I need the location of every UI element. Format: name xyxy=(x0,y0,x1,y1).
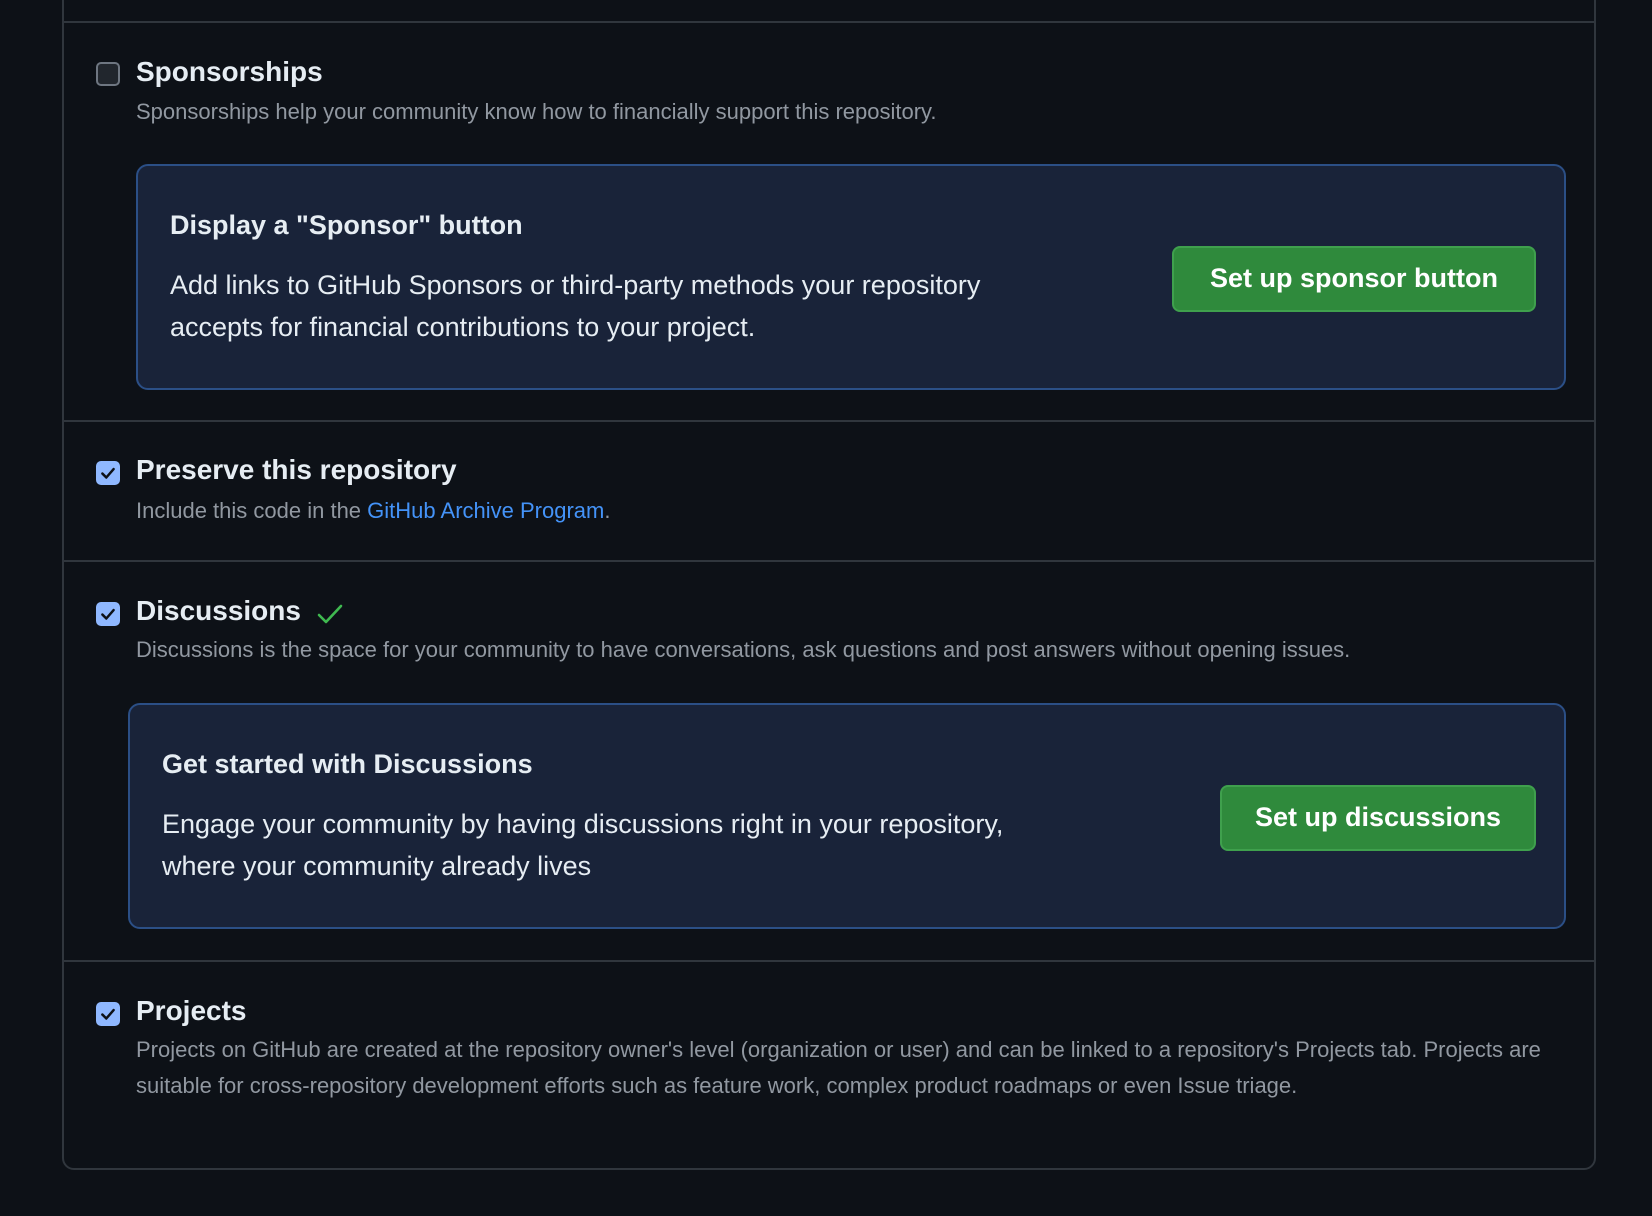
checkmark-icon xyxy=(101,608,115,620)
discussions-callout: Get started with Discussions Engage your… xyxy=(128,703,1566,929)
features-settings-panel: Sponsorships Sponsorships help your comm… xyxy=(62,0,1596,1170)
sponsorships-checkbox[interactable] xyxy=(96,62,120,86)
discussions-callout-title: Get started with Discussions xyxy=(162,749,533,779)
check-icon xyxy=(317,604,343,624)
checkmark-icon xyxy=(101,467,115,479)
discussions-checkbox[interactable] xyxy=(96,602,120,626)
projects-checkbox[interactable] xyxy=(96,1002,120,1026)
preserve-description-prefix: Include this code in the xyxy=(136,498,368,523)
section-divider xyxy=(64,960,1594,962)
projects-description: Projects on GitHub are created at the re… xyxy=(136,1037,1541,1098)
set-up-sponsor-button[interactable]: Set up sponsor button xyxy=(1172,246,1536,312)
discussions-description: Discussions is the space for your commun… xyxy=(136,637,1351,662)
sponsor-callout-title: Display a "Sponsor" button xyxy=(170,210,523,240)
sponsor-callout-body: Add links to GitHub Sponsors or third-pa… xyxy=(170,270,981,342)
section-divider xyxy=(64,420,1594,422)
sponsor-button-callout: Display a "Sponsor" button Add links to … xyxy=(136,164,1566,390)
preserve-description-suffix: . xyxy=(604,498,611,523)
checkmark-icon xyxy=(101,1008,115,1020)
preserve-title: Preserve this repository xyxy=(136,454,457,485)
projects-title: Projects xyxy=(136,995,247,1026)
section-divider xyxy=(64,560,1594,562)
preserve-description: Include this code in the GitHub Archive … xyxy=(136,493,610,529)
github-archive-program-link[interactable]: GitHub Archive Program xyxy=(367,498,604,523)
sponsorships-description: Sponsorships help your community know ho… xyxy=(136,99,937,124)
set-up-discussions-button[interactable]: Set up discussions xyxy=(1220,785,1536,851)
preserve-checkbox[interactable] xyxy=(96,461,120,485)
discussions-callout-body: Engage your community by having discussi… xyxy=(162,809,1004,881)
discussions-title: Discussions xyxy=(136,595,301,626)
section-divider xyxy=(64,21,1594,23)
sponsorships-title: Sponsorships xyxy=(136,56,323,87)
